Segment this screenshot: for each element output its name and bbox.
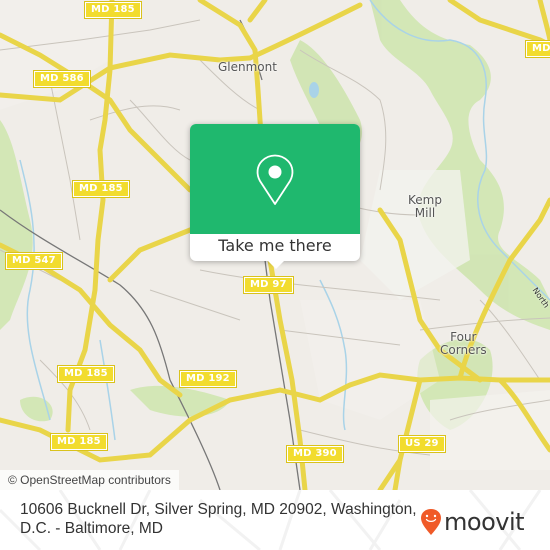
route-shield: MD 547 [5,252,63,270]
route-shield: MD [525,40,550,58]
place-label-glenmont: Glenmont [218,60,277,74]
popup-pointer [267,260,285,269]
route-shield: MD 586 [33,70,91,88]
address-text: 10606 Bucknell Dr, Silver Spring, MD 209… [20,501,417,537]
moovit-pin-icon [421,509,441,535]
moovit-logo: moovit [420,507,525,537]
map-attribution[interactable]: © OpenStreetMap contributors [0,470,179,490]
map[interactable]: MD 185 MD 586 MD 185 MD 547 MD 97 MD 185… [0,0,550,490]
place-label-four-corners: Four Corners [440,330,487,357]
take-me-there-button[interactable]: Take me there [190,234,360,261]
pond [309,82,319,98]
footer: 10606 Bucknell Dr, Silver Spring, MD 209… [0,490,550,550]
route-shield: MD 185 [84,1,142,19]
route-shield: MD 390 [286,445,344,463]
route-shield: MD 185 [57,365,115,383]
moovit-wordmark: moovit [444,508,525,536]
route-shield: MD 185 [72,180,130,198]
route-shield: MD 97 [243,276,294,294]
route-shield: MD 192 [179,370,237,388]
route-shield: MD 185 [50,433,108,451]
route-shield: US 29 [398,435,446,453]
location-pin-icon [256,154,294,205]
take-me-there-popup[interactable]: Take me there [190,124,360,269]
place-label-kemp-mill: Kemp Mill [408,193,442,220]
popup-header[interactable] [190,124,360,234]
